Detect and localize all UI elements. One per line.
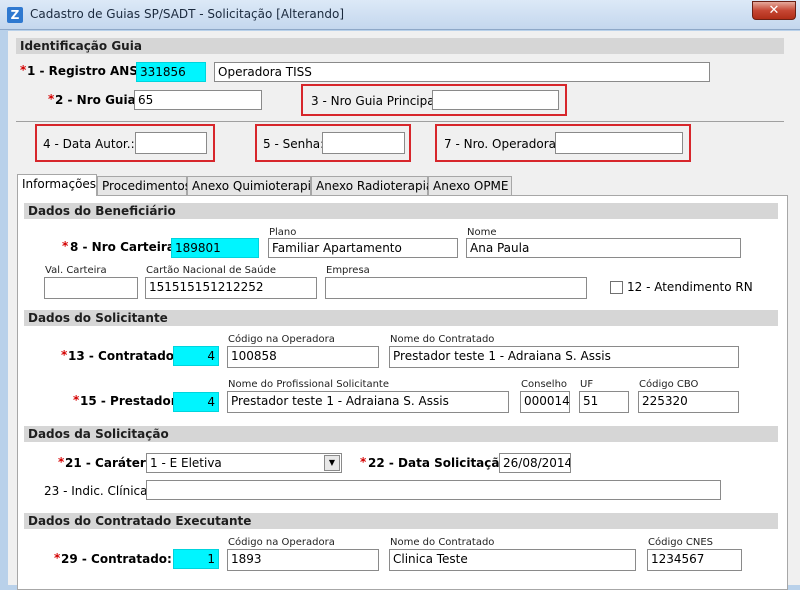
app-icon: Z [7, 7, 23, 23]
required-mark: * [58, 455, 65, 469]
empresa-field[interactable] [325, 277, 587, 299]
section-executante: Dados do Contratado Executante [24, 513, 778, 529]
empresa-label: Empresa [326, 265, 370, 276]
divider [16, 121, 784, 122]
nro-guia-field[interactable]: 65 [134, 90, 262, 110]
sol-cod-operadora-label: Código na Operadora [228, 334, 335, 345]
uf-label: UF [580, 379, 594, 390]
nome-label: Nome [467, 227, 497, 238]
required-mark: * [360, 455, 367, 469]
nro-operadora-label: 7 - Nro. Operadora: [444, 137, 561, 151]
senha-field[interactable] [322, 132, 405, 154]
data-solicitacao-label: 22 - Data Solicitação: [368, 456, 513, 470]
section-beneficiario: Dados do Beneficiário [24, 203, 778, 219]
exec-contratado-field[interactable]: 1 [173, 549, 219, 569]
exec-cod-operadora-field[interactable]: 1893 [227, 549, 379, 571]
tab-informacoes[interactable]: Informações [17, 174, 97, 196]
indic-clinica-field[interactable] [146, 480, 721, 500]
carater-label: 21 - Caráter: [65, 456, 151, 470]
prestador-field[interactable]: 4 [173, 392, 219, 412]
data-solicitacao-field[interactable]: 26/08/2014 [499, 453, 571, 473]
required-mark: * [62, 239, 69, 253]
cbo-field[interactable]: 225320 [638, 391, 739, 413]
sol-contratado-label: 13 - Contratado: [68, 349, 179, 363]
nro-carteira-label: 8 - Nro Carteira: [70, 240, 180, 254]
val-carteira-field[interactable] [44, 277, 138, 299]
sol-cod-operadora-field[interactable]: 100858 [227, 346, 379, 368]
close-button[interactable]: ✕ [752, 1, 796, 20]
sol-contratado-field[interactable]: 4 [173, 346, 219, 366]
required-mark: * [54, 551, 61, 565]
cns-field[interactable]: 151515151212252 [145, 277, 317, 299]
section-solicitante: Dados do Solicitante [24, 310, 778, 326]
tab-anexo-quimioterapia[interactable]: Anexo Quimioterapia [187, 176, 318, 196]
prestador-label: 15 - Prestador: [80, 394, 182, 408]
required-mark: * [48, 92, 55, 106]
uf-field[interactable]: 51 [579, 391, 629, 413]
nro-guia-principal-field[interactable] [432, 90, 559, 110]
tab-anexo-opme[interactable]: Anexo OPME [428, 176, 512, 196]
exec-cod-operadora-label: Código na Operadora [228, 537, 335, 548]
registro-ans-code-field[interactable]: 331856 [136, 62, 206, 82]
required-mark: * [73, 393, 80, 407]
operadora-name-field[interactable]: Operadora TISS [214, 62, 710, 82]
required-mark: * [61, 348, 68, 362]
section-identificacao-guia: Identificação Guia [16, 38, 784, 54]
nro-guia-label: 2 - Nro Guia: [55, 93, 141, 107]
nome-field[interactable]: Ana Paula [466, 238, 741, 258]
sol-nome-contratado-label: Nome do Contratado [390, 334, 495, 345]
plano-label: Plano [269, 227, 297, 238]
conselho-field[interactable]: 0000141 [520, 391, 570, 413]
tab-procedimentos[interactable]: Procedimentos [97, 176, 191, 196]
window-title: Cadastro de Guias SP/SADT - Solicitação … [30, 7, 345, 21]
data-autor-field[interactable] [135, 132, 207, 154]
cnes-field[interactable]: 1234567 [647, 549, 742, 571]
prof-solicitante-field[interactable]: Prestador teste 1 - Adraiana S. Assis [227, 391, 509, 413]
atendimento-rn-label: 12 - Atendimento RN [627, 280, 753, 294]
senha-label: 5 - Senha: [263, 137, 325, 151]
data-autor-label: 4 - Data Autor.: [43, 137, 135, 151]
conselho-label: Conselho [521, 379, 568, 390]
nro-operadora-field[interactable] [555, 132, 683, 154]
nro-carteira-field[interactable]: 189801 [171, 238, 259, 258]
exec-contratado-label: 29 - Contratado: [61, 552, 172, 566]
atendimento-rn-checkbox[interactable] [610, 281, 623, 294]
required-mark: * [20, 63, 27, 77]
indic-clinica-label: 23 - Indic. Clínica: [44, 484, 152, 498]
carater-select[interactable]: 1 - E Eletiva [146, 453, 342, 473]
val-carteira-label: Val. Carteira [45, 265, 107, 276]
exec-nome-contratado-label: Nome do Contratado [390, 537, 495, 548]
exec-nome-contratado-field[interactable]: Clinica Teste [389, 549, 636, 571]
prof-solicitante-label: Nome do Profissional Solicitante [228, 379, 389, 390]
sol-nome-contratado-field[interactable]: Prestador teste 1 - Adraiana S. Assis [389, 346, 739, 368]
nro-guia-principal-label: 3 - Nro Guia Principal: [311, 94, 442, 108]
chevron-down-icon[interactable]: ▼ [324, 455, 340, 471]
registro-ans-label: 1 - Registro ANS: [27, 64, 143, 78]
plano-field[interactable]: Familiar Apartamento [268, 238, 458, 258]
cbo-label: Código CBO [639, 379, 699, 390]
cns-label: Cartão Nacional de Saúde [146, 265, 276, 276]
cnes-label: Código CNES [648, 537, 713, 548]
tab-anexo-radioterapia[interactable]: Anexo Radioterapia [311, 176, 433, 196]
section-solicitacao: Dados da Solicitação [24, 426, 778, 442]
